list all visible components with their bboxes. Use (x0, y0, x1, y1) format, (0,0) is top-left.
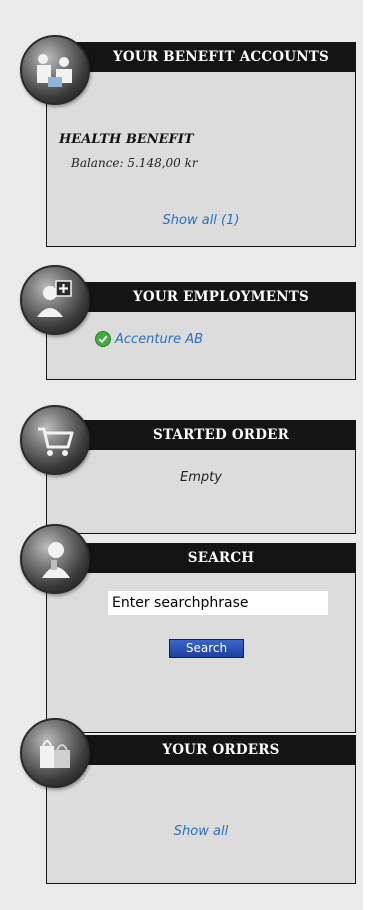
started-order-panel: STARTED ORDER Empty (46, 420, 356, 534)
shopping-cart-icon (38, 427, 74, 456)
account-name: HEALTH BENEFIT (59, 132, 194, 147)
employments-panel: YOUR EMPLOYMENTS Accenture AB (46, 282, 356, 380)
person-thinking-icon (42, 542, 70, 578)
search-body: Search (46, 573, 356, 733)
started-order-status: Empty (180, 470, 222, 485)
search-input[interactable] (108, 591, 328, 615)
benefits-icon (37, 54, 72, 87)
benefit-accounts-panel: YOUR BENEFIT ACCOUNTS HEALTH BENEFIT Bal… (46, 42, 356, 247)
benefit-accounts-badge (20, 35, 90, 105)
orders-panel: YOUR ORDERS Show all (46, 735, 356, 884)
show-all-accounts-link[interactable]: Show all (1) (163, 213, 240, 228)
employment-item: Accenture AB (95, 331, 203, 347)
search-panel: SEARCH Search (46, 543, 356, 733)
benefit-accounts-header: YOUR BENEFIT ACCOUNTS (46, 42, 356, 72)
search-button[interactable]: Search (169, 639, 244, 658)
employments-badge (20, 265, 90, 335)
employments-body: Accenture AB (46, 312, 356, 380)
search-header: SEARCH (46, 543, 356, 573)
person-add-icon (37, 280, 72, 317)
account-balance: Balance: 5.148,00 kr (71, 156, 198, 170)
show-all-orders-link[interactable]: Show all (174, 824, 228, 839)
employment-company-link[interactable]: Accenture AB (115, 332, 203, 347)
employments-header: YOUR EMPLOYMENTS (46, 282, 356, 312)
started-order-badge (20, 405, 90, 475)
check-circle-icon (95, 331, 111, 347)
benefit-accounts-body: HEALTH BENEFIT Balance: 5.148,00 kr Show… (46, 72, 356, 247)
started-order-body: Empty (46, 450, 356, 534)
sidebar: YOUR BENEFIT ACCOUNTS HEALTH BENEFIT Bal… (0, 0, 363, 910)
search-badge (20, 524, 90, 594)
shopping-bags-icon (40, 740, 70, 768)
orders-header: YOUR ORDERS (46, 735, 356, 765)
orders-body: Show all (46, 765, 356, 884)
orders-badge (20, 718, 90, 788)
started-order-header: STARTED ORDER (46, 420, 356, 450)
